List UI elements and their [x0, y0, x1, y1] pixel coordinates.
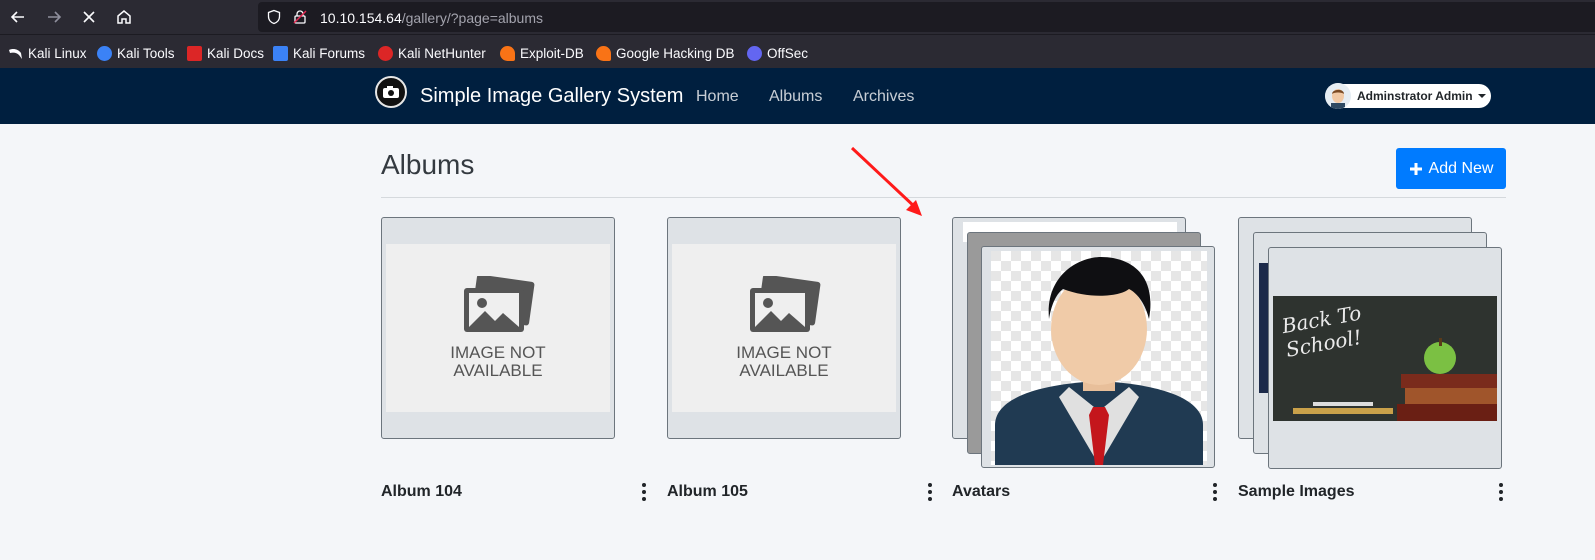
plus-icon [1409, 162, 1422, 175]
forward-icon[interactable] [42, 5, 66, 29]
album-name[interactable]: Sample Images [1238, 483, 1355, 501]
ghdb-icon [596, 45, 611, 61]
album-card-sample-images[interactable]: Back To School! Sample Images [1238, 217, 1504, 507]
camera-logo-icon[interactable] [375, 76, 407, 108]
bookmark-kali-linux[interactable]: Kali Linux [8, 44, 87, 62]
divider [381, 197, 1506, 198]
bookmark-exploit-db[interactable]: Exploit-DB [500, 44, 584, 62]
nav-home[interactable]: Home [696, 88, 739, 106]
image-not-available-placeholder: IMAGE NOT AVAILABLE [386, 244, 610, 412]
back-icon[interactable] [6, 5, 30, 29]
kali-docs-icon [187, 45, 202, 61]
album-thumbnail[interactable] [981, 246, 1215, 468]
user-menu-dropdown[interactable]: Adminstrator Admin [1325, 83, 1491, 109]
lock-icon[interactable] [292, 9, 308, 30]
album-name[interactable]: Avatars [952, 483, 1010, 501]
avatar [1325, 83, 1351, 109]
shield-icon[interactable] [266, 9, 282, 30]
album-card-105[interactable]: IMAGE NOT AVAILABLE Album 105 [667, 217, 933, 507]
user-name: Adminstrator Admin [1357, 89, 1473, 103]
stop-icon[interactable] [77, 5, 101, 29]
more-options-icon[interactable] [641, 483, 647, 501]
kali-forums-icon [273, 45, 288, 61]
album-name[interactable]: Album 105 [667, 483, 748, 501]
page-title: Albums [381, 149, 475, 180]
album-card-avatars[interactable]: Avatars [952, 217, 1218, 507]
annotation-arrow-icon [850, 146, 922, 216]
address-bar[interactable]: 10.10.154.64/gallery/?page=albums [258, 2, 1595, 32]
home-icon[interactable] [112, 5, 136, 29]
nav-albums[interactable]: Albums [769, 88, 822, 106]
back-to-school-image: Back To School! [1273, 296, 1497, 421]
bookmark-kali-nethunter[interactable]: Kali NetHunter [378, 44, 486, 62]
image-not-available-text: IMAGE NOT AVAILABLE [736, 343, 832, 380]
add-new-button[interactable]: Add New [1396, 148, 1506, 189]
more-options-icon[interactable] [1498, 483, 1504, 501]
more-options-icon[interactable] [1212, 483, 1218, 501]
bookmark-google-hacking-db[interactable]: Google Hacking DB [596, 44, 735, 62]
album-thumbnail[interactable]: IMAGE NOT AVAILABLE [667, 217, 901, 439]
bookmark-kali-forums[interactable]: Kali Forums [273, 44, 365, 62]
nethunter-icon [378, 45, 393, 61]
nav-archives[interactable]: Archives [853, 88, 914, 106]
image-icon [750, 276, 821, 332]
brand-title[interactable]: Simple Image Gallery System [420, 85, 683, 108]
album-card-104[interactable]: IMAGE NOT AVAILABLE Album 104 [381, 217, 647, 507]
album-thumbnail[interactable]: IMAGE NOT AVAILABLE [381, 217, 615, 439]
url-text[interactable]: 10.10.154.64/gallery/?page=albums [320, 10, 543, 26]
browser-toolbar: 10.10.154.64/gallery/?page=albums [0, 0, 1595, 34]
avatar-illustration [991, 251, 1207, 465]
chevron-down-icon [1477, 94, 1486, 98]
more-options-icon[interactable] [927, 483, 933, 501]
app-navbar: Simple Image Gallery System Home Albums … [0, 68, 1595, 124]
kali-tools-icon [97, 45, 112, 61]
bookmark-offsec[interactable]: OffSec [747, 44, 808, 62]
kali-icon [9, 48, 22, 59]
bookmark-kali-docs[interactable]: Kali Docs [187, 44, 264, 62]
bookmark-kali-tools[interactable]: Kali Tools [97, 44, 175, 62]
image-not-available-text: IMAGE NOT AVAILABLE [450, 343, 546, 380]
album-name[interactable]: Album 104 [381, 483, 462, 501]
image-not-available-placeholder: IMAGE NOT AVAILABLE [672, 244, 896, 412]
album-thumbnail[interactable]: Back To School! [1268, 247, 1502, 469]
bookmarks-bar: Kali Linux Kali Tools Kali Docs Kali For… [0, 34, 1595, 68]
exploit-db-icon [500, 45, 515, 61]
offsec-icon [747, 45, 762, 61]
image-icon [464, 276, 535, 332]
